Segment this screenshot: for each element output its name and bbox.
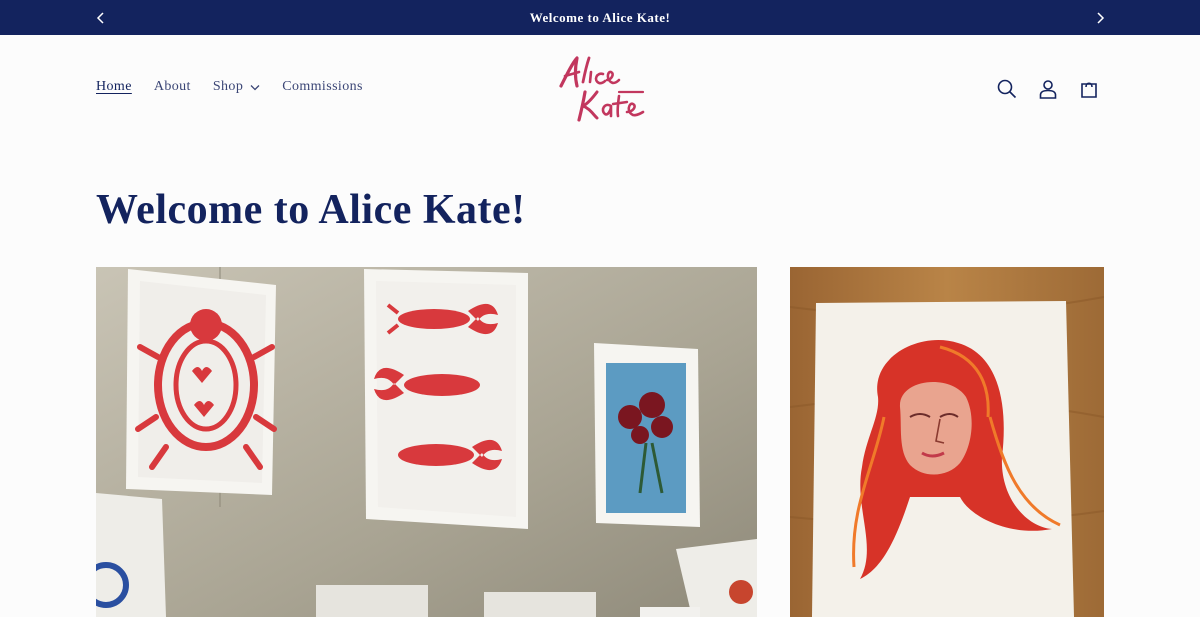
nav-item-home[interactable]: Home [96, 79, 132, 95]
page-title: Welcome to Alice Kate! [96, 187, 526, 233]
nav-item-about[interactable]: About [154, 79, 191, 95]
nav-item-label: Shop [212, 79, 244, 94]
chevron-right-icon [1097, 11, 1105, 24]
gallery-wall-photo [96, 267, 757, 617]
account-icon [1039, 80, 1057, 99]
announcement-next-button[interactable] [1085, 0, 1115, 35]
chevron-down-icon [250, 84, 260, 91]
nav-item-label: Commissions [282, 79, 363, 94]
nav-item-shop[interactable]: Shop [213, 79, 260, 95]
cart-icon [1081, 82, 1097, 98]
header-icons [994, 76, 1117, 102]
announcement-text: Welcome to Alice Kate! [529, 9, 671, 25]
search-icon [997, 79, 1017, 99]
site-logo[interactable] [553, 52, 649, 124]
nav-item-commissions[interactable]: Commissions [282, 79, 363, 95]
portrait-drawing-photo [790, 267, 1104, 617]
chevron-left-icon [96, 11, 104, 24]
account-button[interactable] [1035, 76, 1061, 102]
announcement-prev-button[interactable] [86, 0, 116, 35]
announcement-bar: Welcome to Alice Kate! [0, 0, 1200, 35]
nav-item-label: Home [96, 79, 132, 94]
alice-kate-logo [559, 56, 645, 122]
nav-item-label: About [153, 79, 191, 94]
cart-button[interactable] [1076, 76, 1102, 102]
main-nav: Home About Shop Commissions [96, 79, 385, 95]
site-header: Home About Shop Commissions [0, 35, 1200, 141]
search-button[interactable] [994, 76, 1020, 102]
